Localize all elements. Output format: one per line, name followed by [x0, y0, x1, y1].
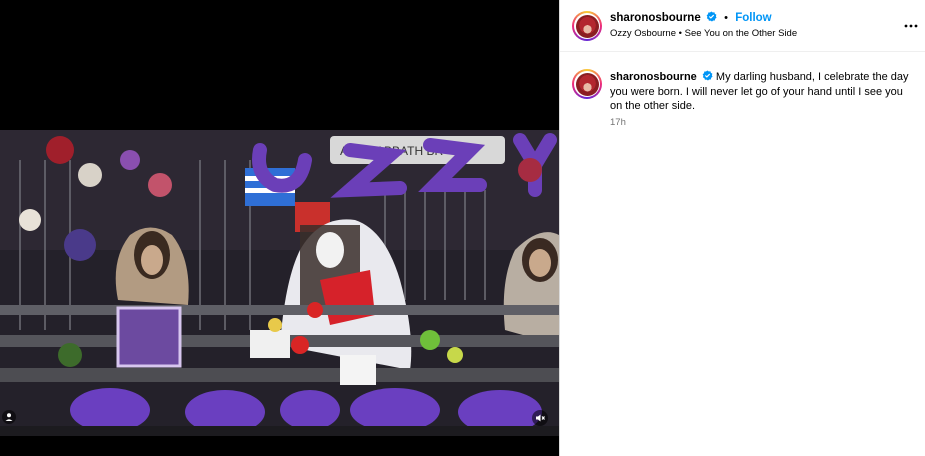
- header-user-line: sharonosbourne • Follow: [610, 11, 772, 24]
- speaker-muted-icon[interactable]: [532, 410, 548, 426]
- more-options-icon[interactable]: [903, 18, 919, 34]
- audio-track-link[interactable]: Ozzy Osbourne • See You on the Other Sid…: [610, 28, 797, 39]
- post-header: sharonosbourne • Follow Ozzy Osbourne • …: [560, 0, 925, 52]
- follow-button[interactable]: Follow: [735, 12, 771, 24]
- memorial-scene-image: ACK SABBATH BR: [0, 130, 559, 436]
- verified-badge-icon: [702, 70, 713, 81]
- post-side-panel: sharonosbourne • Follow Ozzy Osbourne • …: [559, 0, 925, 456]
- post-photo[interactable]: ACK SABBATH BR: [0, 130, 559, 436]
- media-bottom-bar: [0, 436, 559, 456]
- post-timestamp[interactable]: 17h: [610, 117, 626, 128]
- separator-dot: •: [724, 12, 728, 24]
- caption-avatar[interactable]: [572, 69, 602, 99]
- post-media-pane[interactable]: ACK SABBATH BR: [0, 0, 559, 456]
- username-link[interactable]: sharonosbourne: [610, 12, 701, 24]
- user-tag-icon[interactable]: [2, 410, 16, 424]
- post-caption: sharonosbourne My darling husband, I cel…: [610, 70, 915, 114]
- verified-badge-icon: [706, 11, 717, 22]
- avatar[interactable]: [572, 11, 602, 41]
- caption-username-link[interactable]: sharonosbourne: [610, 71, 697, 83]
